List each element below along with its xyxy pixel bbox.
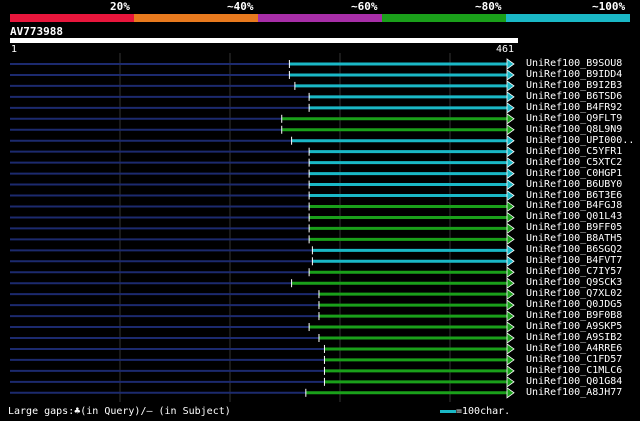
hit-arrow-icon [506,299,515,311]
hit-label[interactable]: UniRef100_B9SOU8 [526,58,622,69]
hit-label[interactable]: UniRef100_B9FF05 [526,222,622,233]
hit-arrow-icon [506,145,515,158]
hit-label[interactable]: UniRef100_Q7XL02 [526,288,622,299]
hit-arrow-icon [506,310,515,322]
hit-arrow-icon [506,167,515,180]
hit-label[interactable]: UniRef100_C5YFR1 [526,146,622,157]
hit-arrow-icon [506,354,515,366]
hit-arrow-icon [506,69,515,81]
hit-label[interactable]: UniRef100_Q01G84 [526,376,622,387]
hit-arrow-icon [506,288,515,300]
hit-arrow-icon [506,113,515,125]
legend-label: ~40% [227,0,254,13]
hit-label[interactable]: UniRef100_B4FR92 [526,102,622,113]
hit-arrow-icon [506,102,515,114]
hit-label[interactable]: UniRef100_B4FGJ8 [526,200,622,211]
hit-arrow-icon [506,156,515,169]
hit-label[interactable]: UniRef100_B6SGQ2 [526,244,622,255]
hit-label[interactable]: UniRef100_C1MLC6 [526,365,622,376]
hit-label[interactable]: UniRef100_A8JH77 [526,387,622,398]
scale-legend: =100char. [440,406,510,418]
hit-label[interactable]: UniRef100_Q01L43 [526,211,622,222]
hit-label[interactable]: UniRef100_A9SKP5 [526,321,622,332]
hit-arrow-icon [506,200,515,213]
hit-arrow-icon [506,387,515,399]
hit-arrow-icon [506,189,515,202]
hit-label[interactable]: UniRef100_Q8L9N9 [526,124,622,135]
hit-label[interactable]: UniRef100_B8ATH5 [526,233,622,244]
hit-arrow-icon [506,58,515,70]
hit-arrow-icon [506,365,515,377]
hit-arrow-icon [506,321,515,333]
scale-swatch [440,409,456,413]
hit-arrow-icon [506,244,515,257]
hit-label[interactable]: UniRef100_C5XTC2 [526,157,622,168]
hit-arrow-icon [506,91,515,103]
hit-arrow-icon [506,123,515,136]
legend-label: ~60% [351,0,378,13]
hit-arrow-icon [506,343,515,355]
hit-label[interactable]: UniRef100_UPI000.. [526,135,634,146]
hit-label[interactable]: UniRef100_A4RRE6 [526,343,622,354]
hit-label[interactable]: UniRef100_Q9FLT9 [526,113,622,124]
legend-label: ~100% [592,0,626,13]
hit-label[interactable]: UniRef100_A9SIB2 [526,332,622,343]
hit-label[interactable]: UniRef100_C1FD57 [526,354,622,365]
gaps-legend: Large gaps:♣(in Query)/– (in Subject) [8,406,231,417]
hit-label[interactable]: UniRef100_B9F0B8 [526,310,622,321]
hit-label[interactable]: UniRef100_Q0JDG5 [526,299,622,310]
hit-arrow-icon [506,255,515,268]
hit-arrow-icon [506,211,515,224]
hit-arrow-icon [506,266,515,279]
legend-label: ~80% [475,0,502,13]
hit-label[interactable]: UniRef100_C7IY57 [526,266,622,277]
hit-arrow-icon [506,277,515,289]
hit-label[interactable]: UniRef100_Q9SCK3 [526,277,622,288]
hit-arrow-icon [506,178,515,191]
hit-label[interactable]: UniRef100_B6TSD6 [526,91,622,102]
hit-label[interactable]: UniRef100_B4FVT7 [526,255,622,266]
hit-label[interactable]: UniRef100_B9IDD4 [526,69,622,80]
hit-arrow-icon [506,332,515,344]
hit-label[interactable]: UniRef100_B6T3E6 [526,190,622,201]
hit-arrow-icon [506,222,515,235]
scale-label: =100char. [456,406,511,417]
hit-arrow-icon [506,134,515,147]
hit-arrow-icon [506,233,515,246]
hit-label[interactable]: UniRef100_B6UBY0 [526,179,622,190]
hit-label[interactable]: UniRef100_C0HGP1 [526,168,622,179]
hit-arrow-icon [506,80,515,92]
hit-arrow-icon [506,376,515,388]
hit-label[interactable]: UniRef100_B9I2B3 [526,80,622,91]
legend-label: 20% [110,0,130,13]
